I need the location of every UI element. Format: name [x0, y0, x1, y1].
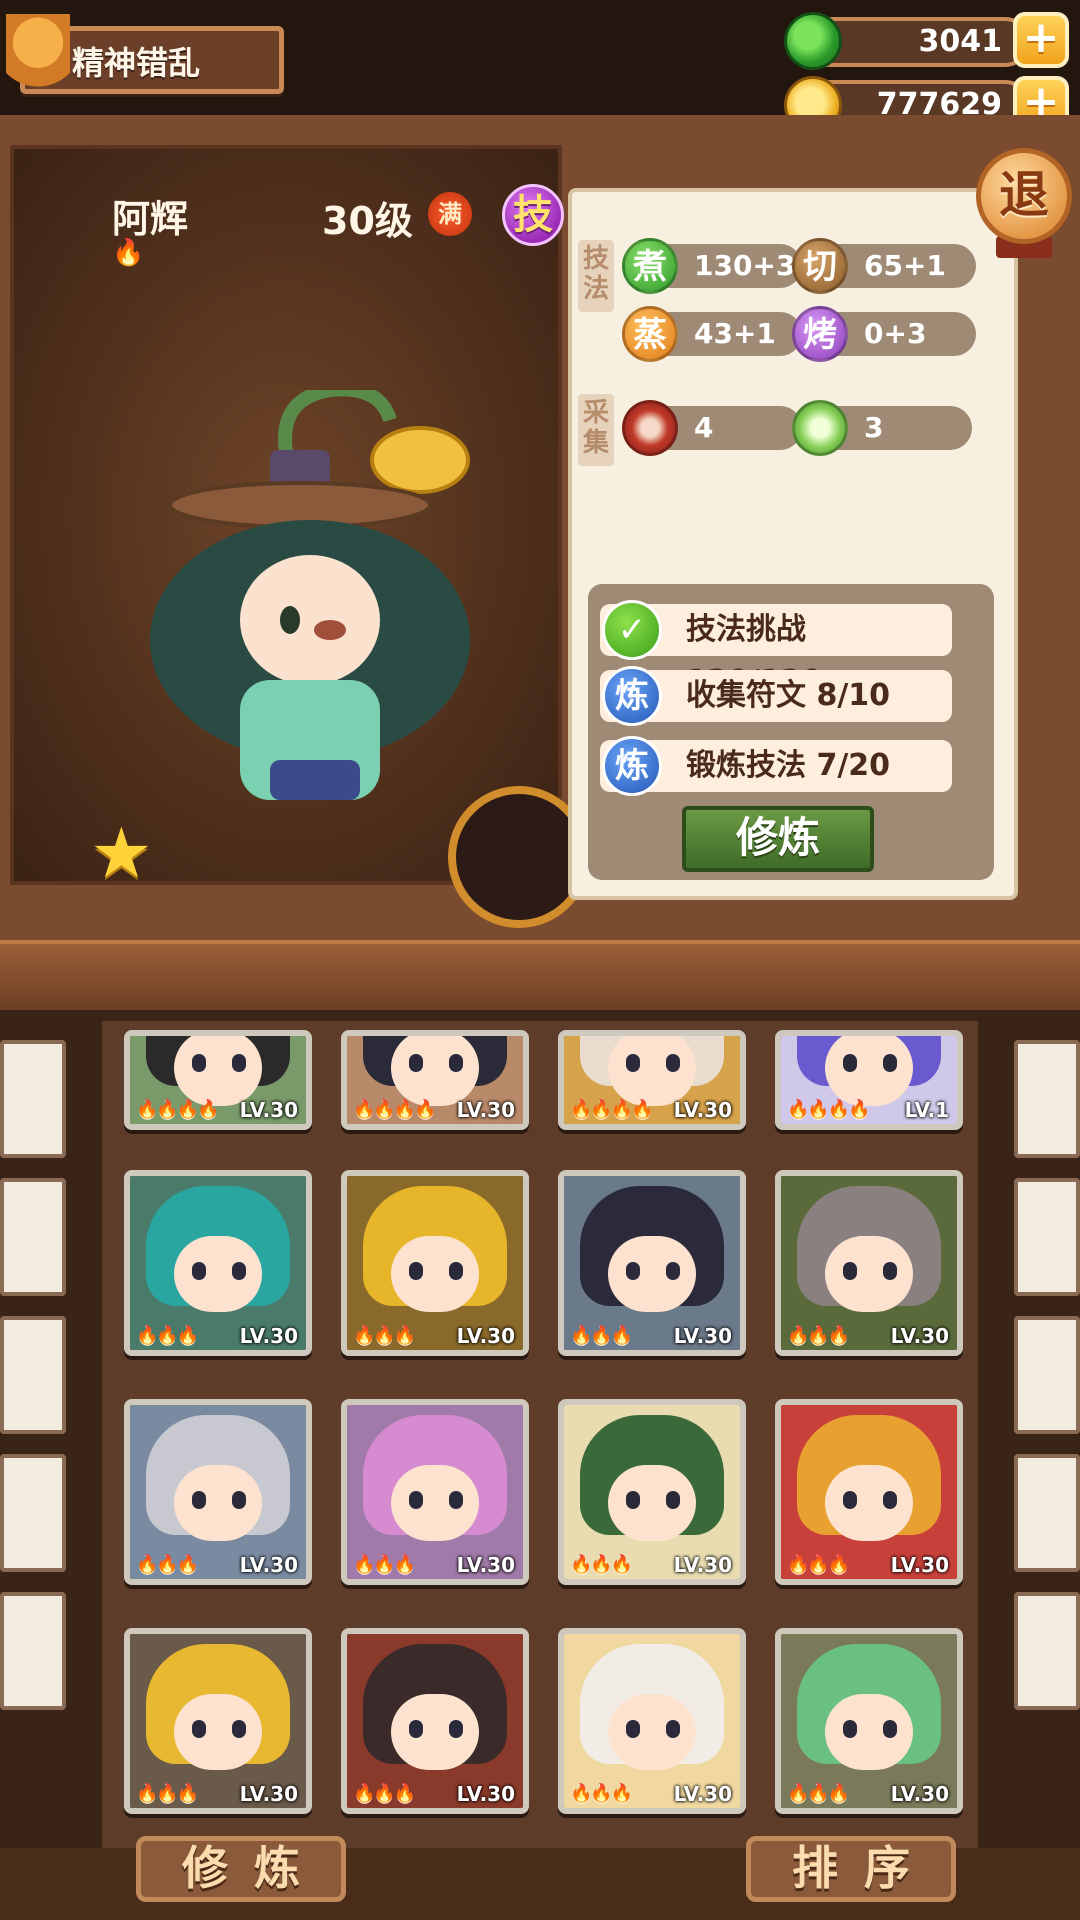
chef-card-level: LV.1 — [904, 1098, 949, 1122]
skill-button[interactable]: 技 — [502, 184, 564, 246]
max-level-badge: 满 — [428, 192, 472, 236]
train-button[interactable]: 修炼 — [682, 806, 874, 872]
bottom-train-button[interactable]: 修炼 — [136, 1836, 346, 1902]
chef-card-level: LV.30 — [239, 1553, 298, 1577]
rarity-flames-icon: 🔥🔥🔥🔥 — [136, 1099, 220, 1120]
chef-card-level: LV.30 — [890, 1553, 949, 1577]
meat-icon — [622, 400, 678, 456]
cut-icon: 切 — [792, 238, 848, 294]
side-panel-right — [1014, 1040, 1080, 1158]
add-jade-button[interactable]: + — [1013, 12, 1069, 68]
chef-card[interactable]: 🔥🔥🔥 LV.30 — [558, 1170, 746, 1356]
chef-card[interactable]: 🔥🔥🔥 LV.30 — [124, 1628, 312, 1814]
check-icon: ✓ — [602, 600, 662, 660]
vegetable-icon — [792, 400, 848, 456]
rarity-flames-icon: 🔥🔥🔥 — [787, 1783, 850, 1804]
side-panel-right — [1014, 1592, 1080, 1710]
skill-section-label: 技法 — [578, 240, 614, 312]
gather-section-label: 采集 — [578, 394, 614, 466]
chef-card-level: LV.30 — [456, 1782, 515, 1806]
side-panel-left — [0, 1178, 66, 1296]
side-panel-left — [0, 1040, 66, 1158]
rarity-flames-icon: 🔥🔥🔥 — [353, 1783, 416, 1804]
rarity-flames-icon: 🔥🔥🔥 — [787, 1325, 850, 1346]
chef-card[interactable]: 🔥🔥🔥🔥 LV.30 — [124, 1030, 312, 1130]
roast-icon: 烤 — [792, 306, 848, 362]
steam-icon: 蒸 — [622, 306, 678, 362]
side-panel-left — [0, 1454, 66, 1572]
boil-icon: 煮 — [622, 238, 678, 294]
refine-icon: 炼 — [602, 736, 662, 796]
chef-card[interactable]: 🔥🔥🔥 LV.30 — [341, 1399, 529, 1585]
chef-card[interactable]: 🔥🔥🔥 LV.30 — [558, 1399, 746, 1585]
chef-card-level: LV.30 — [456, 1553, 515, 1577]
rarity-flames-icon: 🔥🔥🔥 — [136, 1325, 199, 1346]
chef-card[interactable]: 🔥🔥🔥 LV.30 — [341, 1170, 529, 1356]
rarity-flames-icon: 🔥🔥🔥 — [353, 1325, 416, 1346]
chef-card-level: LV.30 — [673, 1324, 732, 1348]
chef-card[interactable]: 🔥🔥🔥 LV.30 — [341, 1628, 529, 1814]
rarity-flames-icon: 🔥🔥🔥 — [136, 1783, 199, 1804]
chef-card[interactable]: 🔥🔥🔥🔥 LV.30 — [558, 1030, 746, 1130]
chef-card-level: LV.30 — [456, 1098, 515, 1122]
chef-card-level: LV.30 — [673, 1098, 732, 1122]
side-panel-left — [0, 1592, 66, 1710]
rarity-flames-icon: 🔥🔥🔥 — [136, 1554, 199, 1575]
side-panel-right — [1014, 1178, 1080, 1296]
chef-name: 阿辉 — [112, 197, 189, 241]
rarity-flames-icon: 🔥🔥🔥 — [570, 1325, 633, 1346]
chef-card[interactable]: 🔥🔥🔥 LV.30 — [558, 1628, 746, 1814]
chef-card-level: LV.30 — [890, 1324, 949, 1348]
rarity-flames-icon: 🔥🔥🔥 — [787, 1554, 850, 1575]
rarity-flames-icon: 🔥🔥🔥 — [353, 1554, 416, 1575]
chef-card[interactable]: 🔥🔥🔥 LV.30 — [124, 1399, 312, 1585]
rarity-flames-icon: 🔥🔥🔥🔥 — [570, 1099, 654, 1120]
chef-card-level: LV.30 — [239, 1782, 298, 1806]
chef-card[interactable]: 🔥🔥🔥🔥 LV.1 — [775, 1030, 963, 1130]
refine-icon: 炼 — [602, 666, 662, 726]
jade-icon — [784, 12, 842, 70]
star-icon: ★ — [90, 812, 153, 894]
chef-card-level: LV.30 — [890, 1782, 949, 1806]
rarity-flames-icon: 🔥🔥🔥🔥 — [353, 1099, 437, 1120]
chef-card[interactable]: 🔥🔥🔥🔥 LV.30 — [341, 1030, 529, 1130]
chef-level: 30级 — [322, 199, 413, 243]
rarity-flame-icon: 🔥 — [112, 238, 145, 268]
chef-card-level: LV.30 — [239, 1098, 298, 1122]
side-panel-left — [0, 1316, 66, 1434]
side-panel-right — [1014, 1454, 1080, 1572]
sort-button[interactable]: 排序 — [746, 1836, 956, 1902]
side-panel-right — [1014, 1316, 1080, 1434]
chef-card[interactable]: 🔥🔥🔥 LV.30 — [775, 1399, 963, 1585]
chef-card[interactable]: 🔥🔥🔥 LV.30 — [775, 1170, 963, 1356]
chef-character-figure — [150, 390, 470, 800]
player-title: 精神错乱 — [72, 44, 201, 82]
chef-card-level: LV.30 — [673, 1553, 732, 1577]
rarity-flames-icon: 🔥🔥🔥 — [570, 1783, 633, 1804]
player-avatar-icon[interactable] — [6, 14, 70, 96]
chef-card[interactable]: 🔥🔥🔥 LV.30 — [775, 1628, 963, 1814]
shelf-divider — [0, 940, 1080, 1010]
rarity-flames-icon: 🔥🔥🔥 — [570, 1554, 633, 1575]
chef-card-level: LV.30 — [456, 1324, 515, 1348]
quit-button[interactable]: 退 — [976, 148, 1072, 244]
chef-card-level: LV.30 — [673, 1782, 732, 1806]
rarity-flames-icon: 🔥🔥🔥🔥 — [787, 1099, 871, 1120]
chef-card[interactable]: 🔥🔥🔥 LV.30 — [124, 1170, 312, 1356]
chef-card-level: LV.30 — [239, 1324, 298, 1348]
